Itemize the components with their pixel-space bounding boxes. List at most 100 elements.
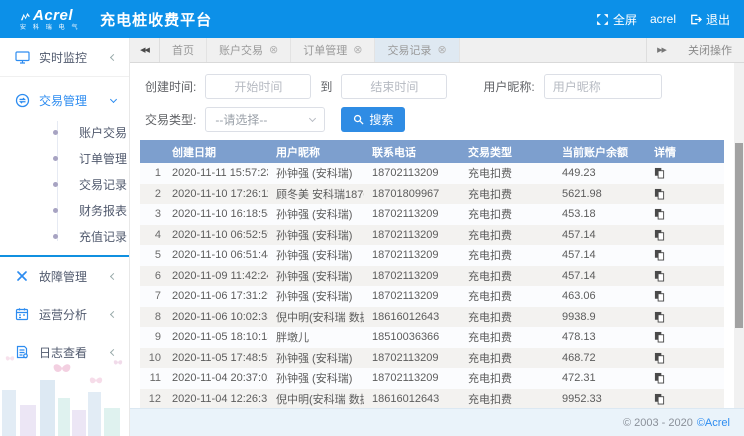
- row-balance: 5621.98: [554, 188, 646, 200]
- detail-copy-icon[interactable]: [654, 208, 665, 220]
- sidebar-group-transactions: 交易管理 账户交易 订单管理: [0, 83, 129, 257]
- detail-copy-icon[interactable]: [654, 249, 665, 261]
- row-index: 1: [140, 167, 164, 179]
- sidebar-item-log-view[interactable]: 日志查看: [0, 333, 129, 371]
- row-balance: 478.13: [554, 331, 646, 343]
- sidebar-item-fault-mgmt[interactable]: 故障管理: [0, 257, 129, 295]
- sidebar-subitem[interactable]: 账户交易: [0, 119, 129, 145]
- row-balance: 457.14: [554, 249, 646, 261]
- table-row[interactable]: 12 2020-11-04 12:26:31 倪中明(安科瑞 数据部)1 186…: [140, 389, 724, 409]
- row-balance: 457.14: [554, 270, 646, 282]
- logo-text: Acrel: [33, 8, 73, 23]
- transaction-submenu: 账户交易 订单管理 交易记录 财务报表: [0, 117, 129, 251]
- table-body: 1 2020-11-11 15:57:23 孙钟强 (安科瑞) 18702113…: [140, 163, 724, 408]
- acrel-footer-link[interactable]: ©Acrel: [697, 417, 730, 429]
- bullet-dot-icon: [53, 208, 58, 213]
- detail-copy-icon[interactable]: [654, 229, 665, 241]
- table-row[interactable]: 8 2020-11-06 10:02:33 倪中明(安科瑞 数据部)1 1861…: [140, 307, 724, 328]
- tab[interactable]: 订单管理 ⊗: [291, 38, 375, 62]
- sidebar-item-transaction-mgmt[interactable]: 交易管理: [0, 83, 129, 117]
- end-time-input[interactable]: [341, 74, 447, 99]
- sidebar-item-realtime-monitor[interactable]: 实时监控: [0, 38, 129, 76]
- detail-copy-icon[interactable]: [654, 352, 665, 364]
- row-index: 2: [140, 188, 164, 200]
- row-index: 11: [140, 372, 164, 384]
- chevron-left-icon: [110, 310, 117, 317]
- nickname-input[interactable]: [544, 74, 662, 99]
- double-chevron-left-icon: ◀◀: [140, 46, 149, 54]
- detail-copy-icon[interactable]: [654, 290, 665, 302]
- table-row[interactable]: 5 2020-11-10 06:51:44 孙钟强 (安科瑞) 18702113…: [140, 245, 724, 266]
- detail-copy-icon[interactable]: [654, 372, 665, 384]
- sidebar-subitem[interactable]: 充值记录: [0, 223, 129, 249]
- chevron-left-icon: [110, 348, 117, 355]
- tab[interactable]: 交易记录 ⊗: [375, 38, 459, 62]
- logout-button[interactable]: 退出: [689, 11, 730, 28]
- row-create-date: 2020-11-04 20:37:02: [164, 372, 268, 384]
- copyright-text: © 2003 - 2020: [623, 417, 693, 429]
- table-row[interactable]: 3 2020-11-10 16:18:58 孙钟强 (安科瑞) 18702113…: [140, 204, 724, 225]
- table-row[interactable]: 9 2020-11-05 18:10:13 胖墩儿 18510036366 充电…: [140, 327, 724, 348]
- table-row[interactable]: 1 2020-11-11 15:57:23 孙钟强 (安科瑞) 18702113…: [140, 163, 724, 184]
- sidebar-subitem[interactable]: 交易记录: [0, 171, 129, 197]
- table-row[interactable]: 11 2020-11-04 20:37:02 孙钟强 (安科瑞) 1870211…: [140, 368, 724, 389]
- row-type: 充电扣费: [460, 288, 554, 304]
- search-button[interactable]: 搜索: [341, 107, 405, 132]
- sidebar-item-operation-analysis[interactable]: 运营分析: [0, 295, 129, 333]
- to-label: 到: [320, 78, 332, 95]
- detail-copy-icon[interactable]: [654, 188, 665, 200]
- row-index: 6: [140, 270, 164, 282]
- tab-close-icon[interactable]: ⊗: [437, 45, 446, 56]
- tab[interactable]: 账户交易 ⊗: [207, 38, 291, 62]
- scroll-tabs-right-button[interactable]: ▶▶: [646, 38, 676, 62]
- transaction-type-select[interactable]: --请选择--: [205, 107, 325, 132]
- start-time-input[interactable]: [205, 74, 311, 99]
- fullscreen-icon: [596, 13, 609, 26]
- table-row[interactable]: 10 2020-11-05 17:48:59 孙钟强 (安科瑞) 1870211…: [140, 348, 724, 369]
- row-type: 充电扣费: [460, 391, 554, 407]
- vertical-scrollbar[interactable]: [734, 63, 744, 408]
- row-phone: 18702113209: [364, 352, 460, 364]
- row-phone: 18702113209: [364, 270, 460, 282]
- tab-bar: ◀◀ 首页 账户交易 ⊗ 订单管理 ⊗ 交易记录: [130, 38, 744, 63]
- table-header: 创建日期 用户昵称 联系电话 交易类型 当前账户余额 详情: [140, 140, 724, 163]
- row-index: 12: [140, 393, 164, 405]
- scrollbar-thumb[interactable]: [735, 143, 743, 328]
- row-create-date: 2020-11-11 15:57:23: [164, 167, 268, 179]
- bullet-dot-icon: [53, 234, 58, 239]
- tab-close-icon[interactable]: ⊗: [269, 45, 278, 56]
- row-nickname: 孙钟强 (安科瑞): [268, 206, 364, 222]
- scroll-tabs-left-button[interactable]: ◀◀: [130, 38, 160, 62]
- row-phone: 18702113209: [364, 290, 460, 302]
- row-type: 充电扣费: [460, 227, 554, 243]
- username-menu[interactable]: acrel: [650, 12, 676, 26]
- fullscreen-button[interactable]: 全屏: [596, 11, 637, 28]
- table-row[interactable]: 4 2020-11-10 06:52:59 孙钟强 (安科瑞) 18702113…: [140, 225, 724, 246]
- detail-copy-icon[interactable]: [654, 167, 665, 179]
- bullet-dot-icon: [53, 156, 58, 161]
- row-phone: 18510036366: [364, 331, 460, 343]
- main-content: 创建时间: 到 用户昵称: 交易类型: --请选择-- 搜索: [130, 63, 734, 408]
- table-row[interactable]: 2 2020-11-10 17:26:11 顾冬美 安科瑞1870180 187…: [140, 184, 724, 205]
- close-actions-dropdown[interactable]: 关闭操作: [676, 38, 744, 62]
- chevron-down-icon: [309, 114, 316, 121]
- logout-icon: [689, 13, 702, 26]
- sidebar-subitem[interactable]: 订单管理: [0, 145, 129, 171]
- detail-copy-icon[interactable]: [654, 331, 665, 343]
- table-row[interactable]: 6 2020-11-09 11:42:24 孙钟强 (安科瑞) 18702113…: [140, 266, 724, 287]
- log-document-icon: [15, 345, 30, 359]
- detail-copy-icon[interactable]: [654, 393, 665, 405]
- row-balance: 468.72: [554, 352, 646, 364]
- calendar-icon: [15, 307, 30, 321]
- sidebar-subitem[interactable]: 财务报表: [0, 197, 129, 223]
- tab[interactable]: 首页: [160, 38, 207, 62]
- detail-copy-icon[interactable]: [654, 311, 665, 323]
- col-detail: 详情: [646, 144, 724, 160]
- table-row[interactable]: 7 2020-11-06 17:31:29 孙钟强 (安科瑞) 18702113…: [140, 286, 724, 307]
- detail-copy-icon[interactable]: [654, 270, 665, 282]
- sidebar-group-analysis: 运营分析: [0, 295, 129, 333]
- col-create-date: 创建日期: [164, 144, 268, 160]
- row-nickname: 孙钟强 (安科瑞): [268, 370, 364, 386]
- row-balance: 457.14: [554, 229, 646, 241]
- tab-close-icon[interactable]: ⊗: [353, 45, 362, 56]
